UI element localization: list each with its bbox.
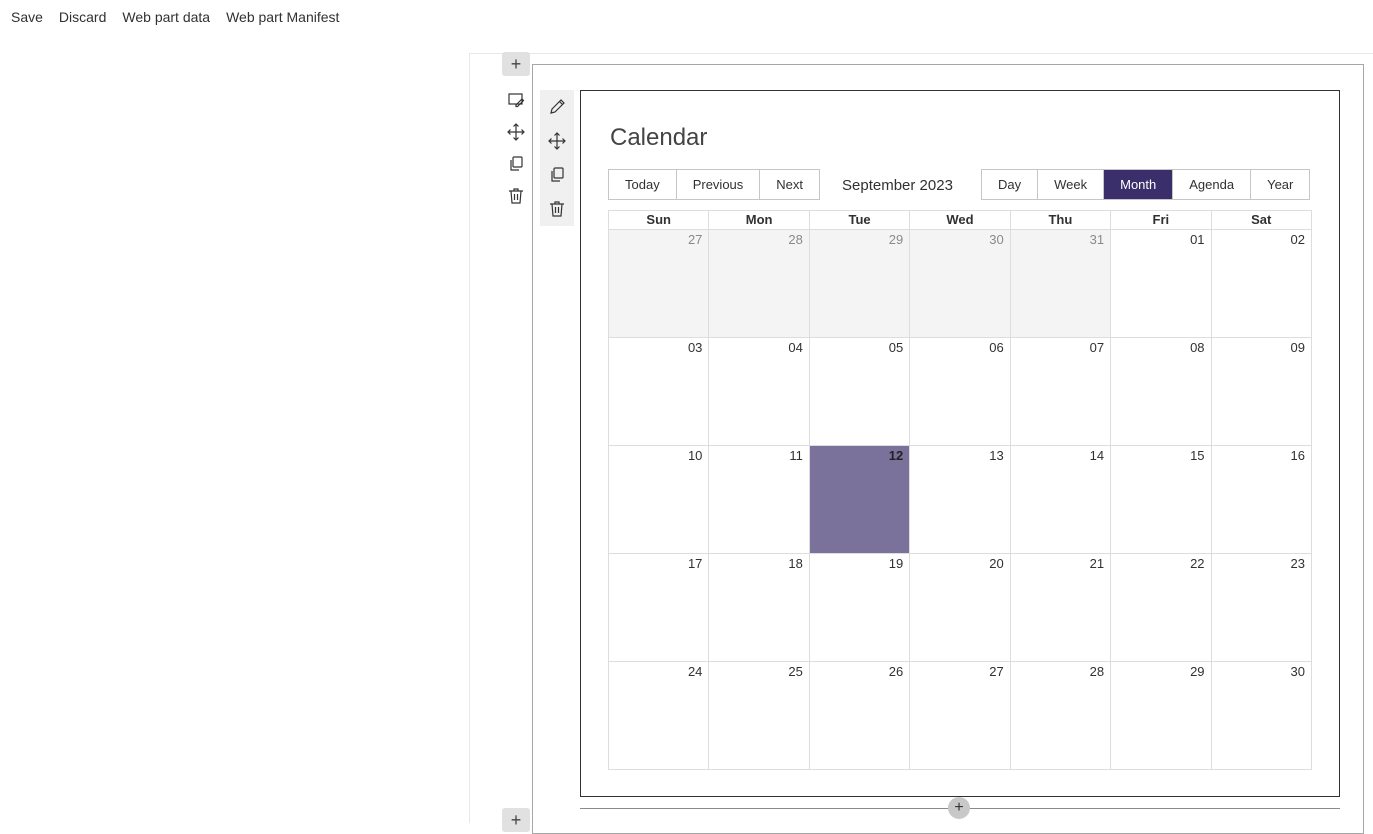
web-part-toolbar (540, 90, 574, 226)
weekday-header: Fri (1110, 210, 1212, 230)
day-cell[interactable]: 09 (1210, 337, 1313, 446)
day-cell[interactable]: 21 (1009, 553, 1112, 662)
day-cell[interactable]: 05 (808, 337, 911, 446)
section-top-border (469, 53, 1373, 54)
previous-button[interactable]: Previous (676, 170, 761, 199)
weekday-header: Tue (808, 210, 911, 230)
week-row: 17 18 19 20 21 22 23 (607, 553, 1313, 662)
weekday-header-row: Sun Mon Tue Wed Thu Fri Sat (607, 210, 1313, 230)
day-cell[interactable]: 20 (909, 553, 1011, 662)
day-cell[interactable]: 01 (1110, 229, 1212, 338)
web-part-data-button[interactable]: Web part data (114, 0, 218, 34)
edit-pencil-icon (550, 99, 565, 114)
calendar-nav-group: Today Previous Next (608, 169, 821, 200)
plus-icon: + (510, 54, 522, 74)
day-cell[interactable]: 22 (1110, 553, 1212, 662)
day-cell[interactable]: 15 (1110, 445, 1212, 554)
day-cell-today[interactable]: 12 (808, 445, 911, 554)
week-row: 27 28 29 30 31 01 02 (607, 229, 1313, 338)
day-cell[interactable]: 16 (1210, 445, 1313, 554)
save-button[interactable]: Save (0, 0, 51, 34)
week-row: 24 25 26 27 28 29 30 (607, 661, 1313, 770)
day-cell[interactable]: 13 (909, 445, 1011, 554)
view-month-button[interactable]: Month (1104, 170, 1174, 199)
day-cell[interactable]: 08 (1110, 337, 1212, 446)
day-cell[interactable]: 25 (708, 661, 810, 770)
view-week-button[interactable]: Week (1038, 170, 1105, 199)
delete-web-part-button[interactable] (540, 192, 574, 226)
day-cell[interactable]: 29 (1110, 661, 1212, 770)
view-year-button[interactable]: Year (1251, 170, 1310, 199)
delete-icon (509, 188, 523, 204)
weekday-header: Wed (909, 210, 1011, 230)
move-icon (548, 132, 566, 150)
day-cell[interactable]: 17 (607, 553, 710, 662)
day-cell[interactable]: 30 (1210, 661, 1313, 770)
day-cell[interactable]: 04 (708, 337, 810, 446)
day-cell-off-range[interactable]: 28 (708, 229, 810, 338)
week-row: 10 11 12 13 14 15 16 (607, 445, 1313, 554)
today-button[interactable]: Today (609, 170, 677, 199)
duplicate-icon (551, 167, 564, 182)
view-day-button[interactable]: Day (982, 170, 1039, 199)
month-grid: Sun Mon Tue Wed Thu Fri Sat 27 28 29 30 … (607, 210, 1313, 770)
move-web-part-button[interactable] (540, 124, 574, 158)
delete-section-button[interactable] (502, 180, 530, 212)
day-cell[interactable]: 28 (1009, 661, 1112, 770)
day-cell[interactable]: 11 (708, 445, 810, 554)
weekday-header: Sat (1210, 210, 1313, 230)
move-icon (507, 123, 525, 141)
weekday-header: Mon (708, 210, 810, 230)
week-row: 03 04 05 06 07 08 09 (607, 337, 1313, 446)
day-cell[interactable]: 02 (1210, 229, 1313, 338)
add-section-bottom-button[interactable]: + (502, 808, 530, 832)
delete-icon (550, 201, 564, 217)
duplicate-icon (510, 156, 523, 171)
day-cell-off-range[interactable]: 31 (1009, 229, 1112, 338)
day-cell[interactable]: 14 (1009, 445, 1112, 554)
edit-section-icon (508, 93, 525, 108)
edit-web-part-button[interactable] (540, 90, 574, 124)
duplicate-section-button[interactable] (502, 148, 530, 180)
web-part-manifest-button[interactable]: Web part Manifest (218, 0, 347, 34)
calendar-view-group: Day Week Month Agenda Year (981, 169, 1311, 200)
day-cell[interactable]: 19 (808, 553, 911, 662)
weekday-header: Sun (607, 210, 710, 230)
day-cell[interactable]: 23 (1210, 553, 1313, 662)
section-toolbar (502, 84, 530, 212)
calendar-title: Calendar (610, 124, 708, 151)
day-cell[interactable]: 06 (909, 337, 1011, 446)
section-left-border (469, 53, 470, 823)
day-cell-off-range[interactable]: 30 (909, 229, 1011, 338)
day-cell[interactable]: 10 (607, 445, 710, 554)
command-bar: Save Discard Web part data Web part Mani… (0, 0, 347, 34)
day-cell-off-range[interactable]: 29 (808, 229, 911, 338)
edit-section-button[interactable] (502, 84, 530, 116)
duplicate-web-part-button[interactable] (540, 158, 574, 192)
day-cell[interactable]: 26 (808, 661, 911, 770)
plus-icon: + (510, 810, 522, 830)
day-cell[interactable]: 18 (708, 553, 810, 662)
add-section-top-button[interactable]: + (502, 52, 530, 76)
next-button[interactable]: Next (760, 170, 820, 199)
plus-icon: + (954, 799, 964, 816)
view-agenda-button[interactable]: Agenda (1173, 170, 1252, 199)
day-cell[interactable]: 03 (607, 337, 710, 446)
day-cell[interactable]: 24 (607, 661, 710, 770)
weekday-header: Thu (1009, 210, 1112, 230)
move-section-button[interactable] (502, 116, 530, 148)
discard-button[interactable]: Discard (51, 0, 114, 34)
day-cell[interactable]: 07 (1009, 337, 1112, 446)
calendar-period-label: September 2023 (842, 177, 953, 194)
add-web-part-button[interactable]: + (948, 797, 970, 819)
day-cell-off-range[interactable]: 27 (607, 229, 710, 338)
day-cell[interactable]: 27 (909, 661, 1011, 770)
